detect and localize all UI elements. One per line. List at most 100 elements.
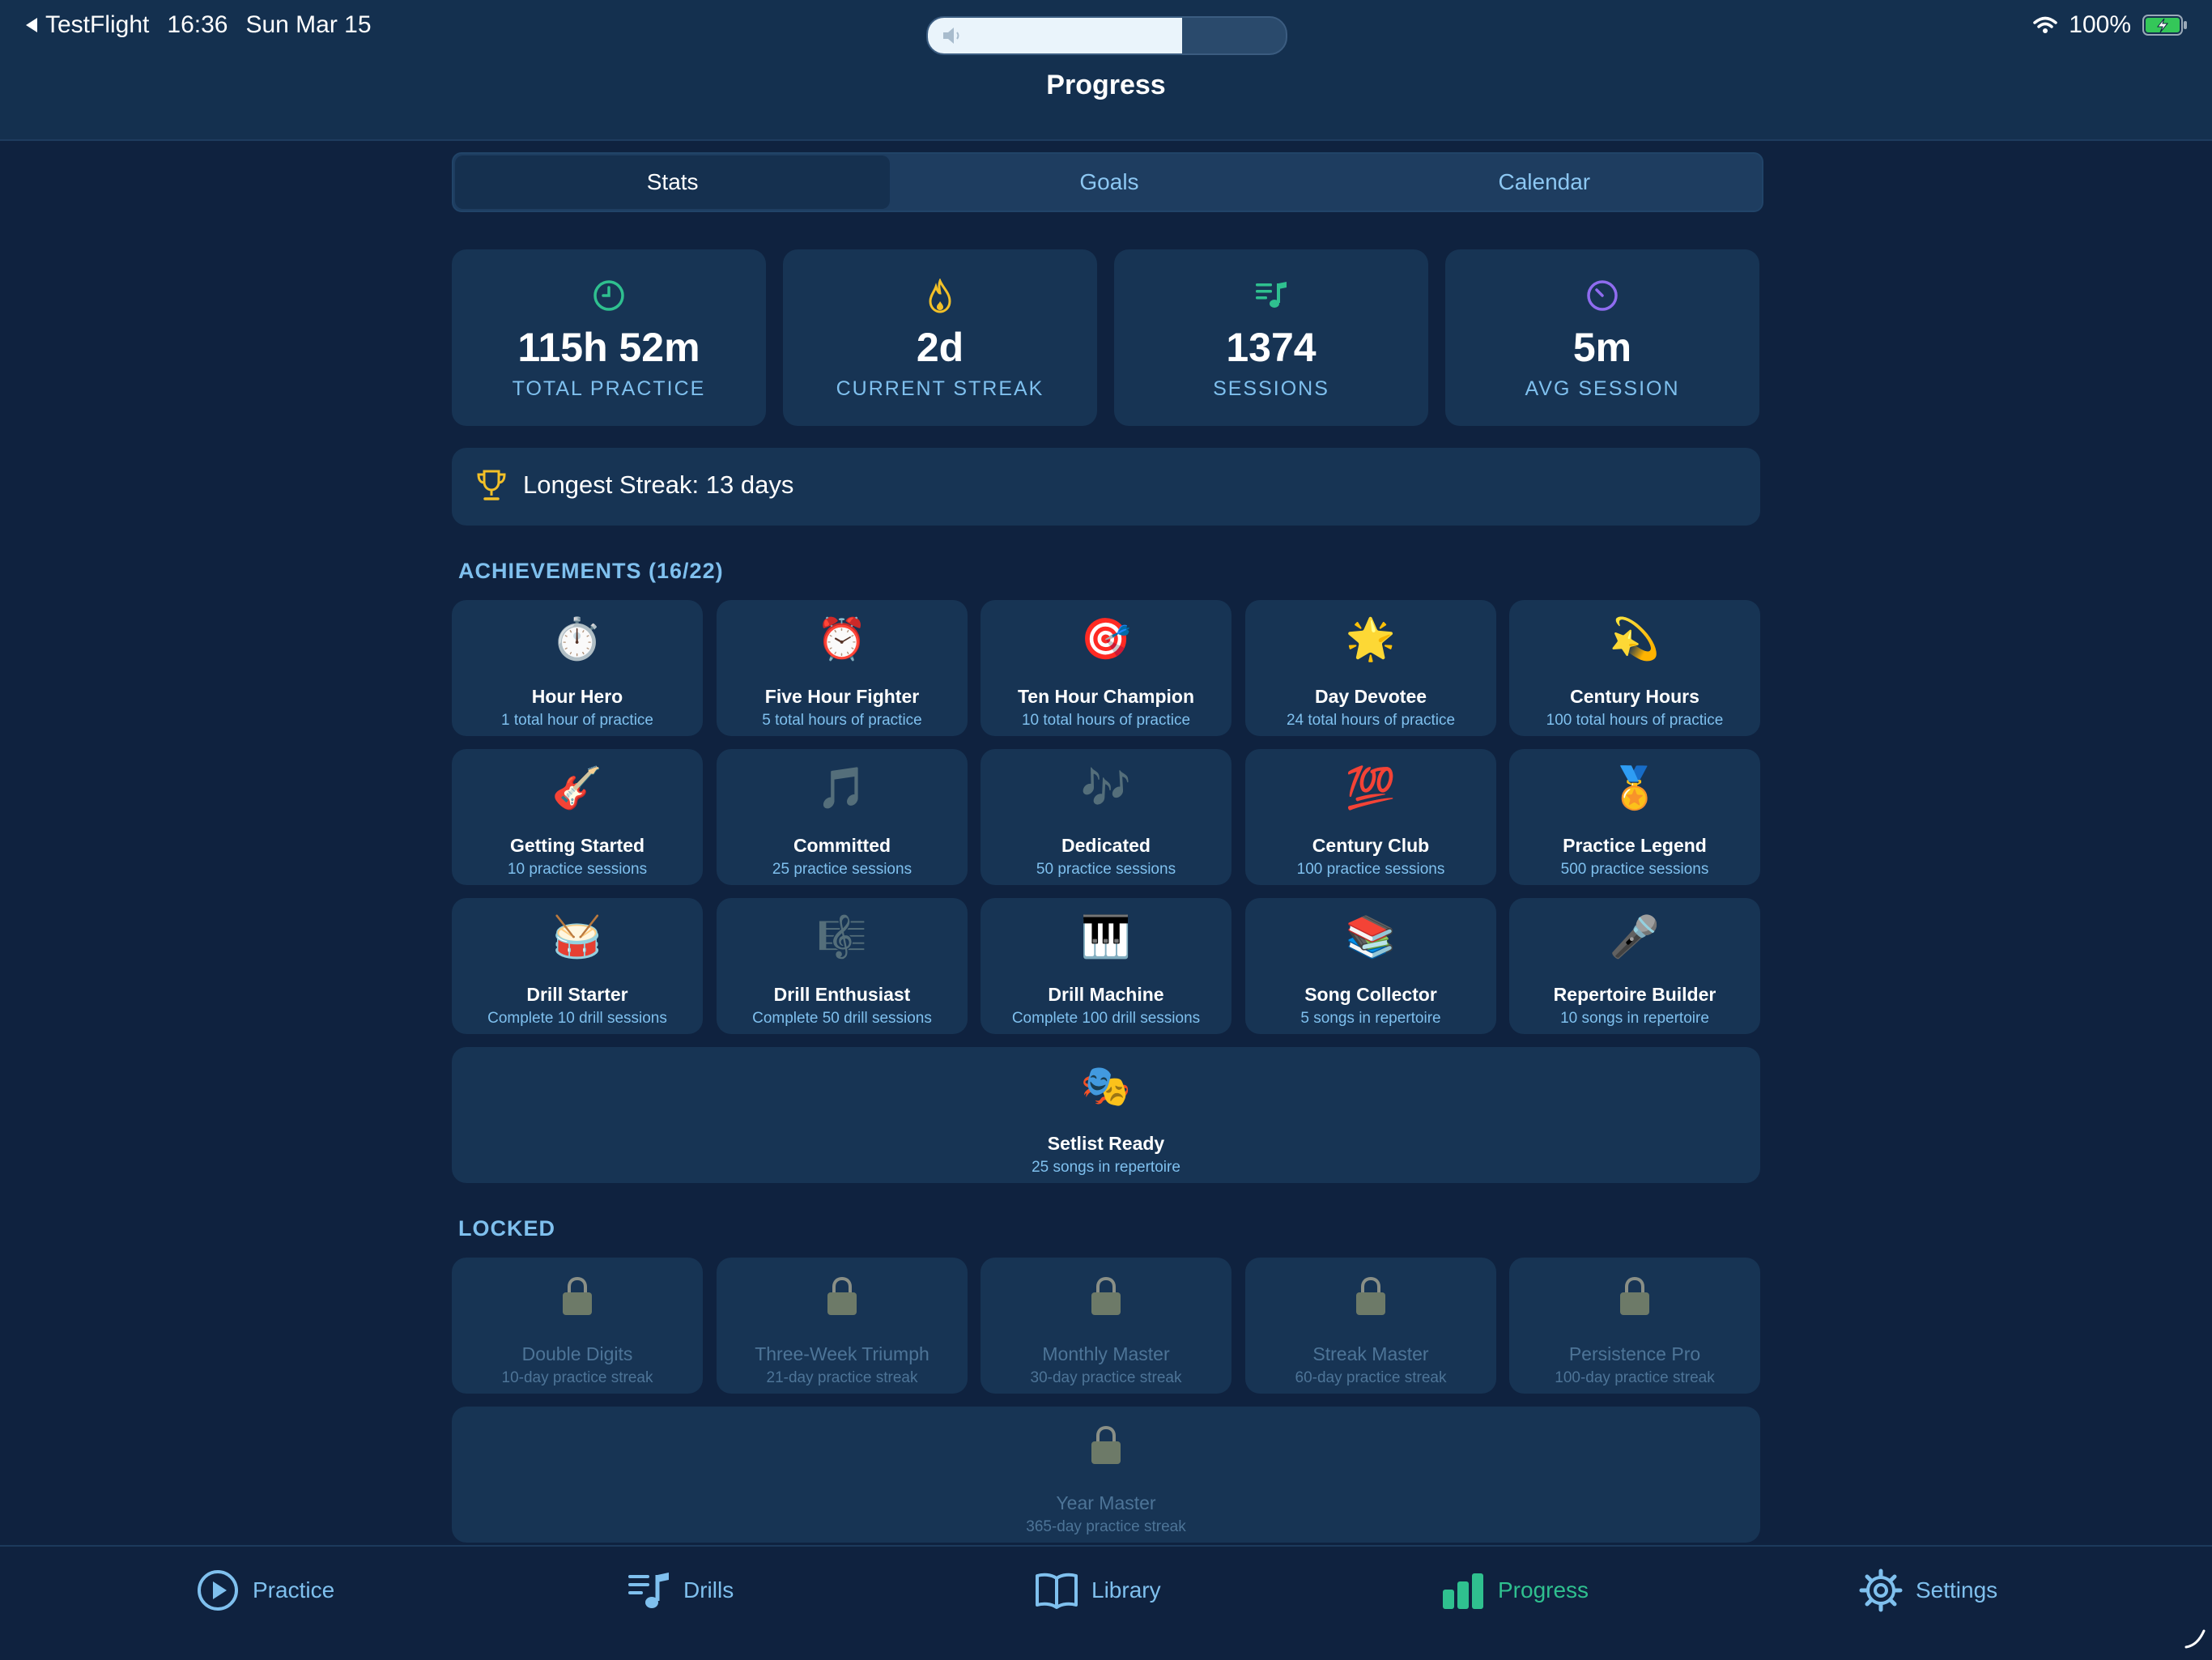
achievement-desc: Complete 100 drill sessions	[1011, 1010, 1201, 1027]
segmented-control: Stats Goals Calendar	[452, 152, 1763, 212]
navigation-bar: TestFlight 16:36 Sun Mar 15 100% Progres…	[0, 0, 2212, 141]
longest-streak-text: Longest Streak: 13 days	[523, 470, 794, 499]
lock-icon	[1091, 1425, 1121, 1464]
achievement-card[interactable]: 🎸 Getting Started 10 practice sessions	[452, 749, 703, 885]
speaker-icon	[943, 28, 959, 44]
locked-achievement-card[interactable]: Year Master 365-day practice streak	[452, 1407, 1760, 1543]
gauge-icon	[1587, 280, 1618, 311]
status-date: Sun Mar 15	[245, 11, 372, 38]
achievement-name: Year Master	[1056, 1492, 1156, 1513]
medal-icon: 🏅	[1609, 765, 1661, 811]
achievement-name: Setlist Ready	[1047, 1133, 1165, 1154]
stat-value: 115h 52m	[517, 325, 700, 370]
play-circle-icon	[198, 1570, 238, 1611]
achievement-name: Committed	[793, 835, 891, 856]
achievement-desc: 365-day practice streak	[1026, 1518, 1186, 1535]
achievement-name: Persistence Pro	[1568, 1343, 1701, 1364]
gear-icon	[1859, 1568, 1903, 1612]
status-bar-left: TestFlight 16:36 Sun Mar 15	[24, 11, 372, 39]
locked-achievement-card[interactable]: Double Digits 10-day practice streak	[452, 1258, 703, 1394]
achievement-desc: 24 total hours of practice	[1286, 712, 1456, 729]
drum-icon: 🥁	[551, 914, 603, 960]
achievement-card[interactable]: ⏰ Five Hour Fighter 5 total hours of pra…	[717, 600, 968, 736]
achievement-name: Hour Hero	[531, 686, 623, 707]
achievement-card[interactable]: 💫 Century Hours 100 total hours of pract…	[1509, 600, 1760, 736]
achievement-name: Ten Hour Champion	[1017, 686, 1195, 707]
achievement-name: Getting Started	[509, 835, 645, 856]
microphone-icon: 🎤	[1609, 914, 1661, 960]
tab-goals[interactable]: Goals	[891, 154, 1326, 211]
achievement-card[interactable]: 💯 Century Club 100 practice sessions	[1245, 749, 1496, 885]
achievement-name: Day Devotee	[1314, 686, 1427, 707]
tab-settings[interactable]: Settings	[1859, 1566, 1997, 1615]
achievement-card[interactable]: 🥁 Drill Starter Complete 10 drill sessio…	[452, 898, 703, 1034]
stat-card-current-streak: 2d CURRENT STREAK	[783, 249, 1097, 426]
books-icon: 📚	[1345, 914, 1397, 960]
achievement-card[interactable]: 🎭 Setlist Ready 25 songs in repertoire	[452, 1047, 1760, 1183]
wifi-icon	[2033, 16, 2058, 33]
flame-icon	[929, 279, 951, 313]
achievement-desc: 5 total hours of practice	[762, 712, 922, 729]
achievement-desc: Complete 10 drill sessions	[487, 1010, 667, 1027]
back-to-app-button[interactable]: TestFlight	[24, 11, 149, 39]
locked-achievement-card[interactable]: Streak Master 60-day practice streak	[1245, 1258, 1496, 1394]
volume-fill	[928, 18, 1182, 53]
achievement-card[interactable]: 🎯 Ten Hour Champion 10 total hours of pr…	[981, 600, 1231, 736]
achievement-card[interactable]: 🎤 Repertoire Builder 10 songs in reperto…	[1509, 898, 1760, 1034]
achievement-card[interactable]: 🎶 Dedicated 50 practice sessions	[981, 749, 1231, 885]
book-icon	[1036, 1573, 1078, 1609]
achievement-desc: 25 songs in repertoire	[1032, 1159, 1180, 1176]
star-icon: 🌟	[1345, 616, 1397, 662]
tab-label: Library	[1091, 1577, 1161, 1603]
achievement-name: Song Collector	[1304, 984, 1437, 1005]
tab-progress[interactable]: Progress	[1441, 1566, 1589, 1615]
stat-label: SESSIONS	[1213, 377, 1329, 400]
achievement-desc: 5 songs in repertoire	[1300, 1010, 1441, 1027]
lock-icon	[1356, 1276, 1385, 1315]
tab-label: Settings	[1916, 1577, 1998, 1603]
achievement-desc: 10 practice sessions	[507, 861, 648, 878]
achievement-desc: 10-day practice streak	[501, 1369, 653, 1386]
lock-icon	[1091, 1276, 1121, 1315]
achievement-name: Streak Master	[1312, 1343, 1429, 1364]
dizzy-star-icon: 💫	[1609, 616, 1661, 662]
piano-keys-icon: 🎹	[1080, 914, 1132, 960]
tab-label: Progress	[1498, 1577, 1589, 1603]
achievement-desc: 500 practice sessions	[1560, 861, 1709, 878]
tab-label: Drills	[683, 1577, 734, 1603]
achievement-card[interactable]: 🌟 Day Devotee 24 total hours of practice	[1245, 600, 1496, 736]
achievement-card[interactable]: ⏱️ Hour Hero 1 total hour of practice	[452, 600, 703, 736]
hundred-points-icon: 💯	[1345, 765, 1397, 811]
achievement-card[interactable]: 🎼 Drill Enthusiast Complete 50 drill ses…	[717, 898, 968, 1034]
achievement-name: Drill Enthusiast	[773, 984, 911, 1005]
achievement-card[interactable]: 🎵 Committed 25 practice sessions	[717, 749, 968, 885]
stat-card-sessions: 1374 SESSIONS	[1114, 249, 1428, 426]
achievement-desc: 100 practice sessions	[1296, 861, 1445, 878]
locked-achievement-card[interactable]: Three-Week Triumph 21-day practice strea…	[717, 1258, 968, 1394]
resize-handle-icon[interactable]	[2183, 1626, 2207, 1650]
locked-achievement-card[interactable]: Monthly Master 30-day practice streak	[981, 1258, 1231, 1394]
tab-library[interactable]: Library	[1035, 1566, 1161, 1615]
music-notes-icon: 🎶	[1080, 765, 1132, 811]
lock-icon	[563, 1276, 592, 1315]
achievement-name: Repertoire Builder	[1553, 984, 1716, 1005]
stat-value: 2d	[916, 325, 964, 370]
achievement-desc: 50 practice sessions	[1036, 861, 1176, 878]
tab-drills[interactable]: Drills	[627, 1566, 734, 1615]
achievement-card[interactable]: 🎹 Drill Machine Complete 100 drill sessi…	[981, 898, 1231, 1034]
trophy-icon	[477, 470, 506, 500]
achievement-name: Drill Starter	[526, 984, 628, 1005]
status-bar-right: 100%	[2033, 11, 2188, 39]
lock-icon	[1620, 1276, 1649, 1315]
achievement-card[interactable]: 🏅 Practice Legend 500 practice sessions	[1509, 749, 1760, 885]
tab-label: Practice	[253, 1577, 335, 1603]
tab-stats[interactable]: Stats	[455, 155, 891, 209]
stat-label: CURRENT STREAK	[836, 377, 1044, 400]
stat-card-total-practice: 115h 52m TOTAL PRACTICE	[452, 249, 766, 426]
tab-calendar[interactable]: Calendar	[1327, 154, 1762, 211]
stat-label: TOTAL PRACTICE	[512, 377, 706, 400]
achievement-name: Century Club	[1312, 835, 1430, 856]
locked-achievement-card[interactable]: Persistence Pro 100-day practice streak	[1509, 1258, 1760, 1394]
tab-practice[interactable]: Practice	[196, 1566, 334, 1615]
achievement-card[interactable]: 📚 Song Collector 5 songs in repertoire	[1245, 898, 1496, 1034]
